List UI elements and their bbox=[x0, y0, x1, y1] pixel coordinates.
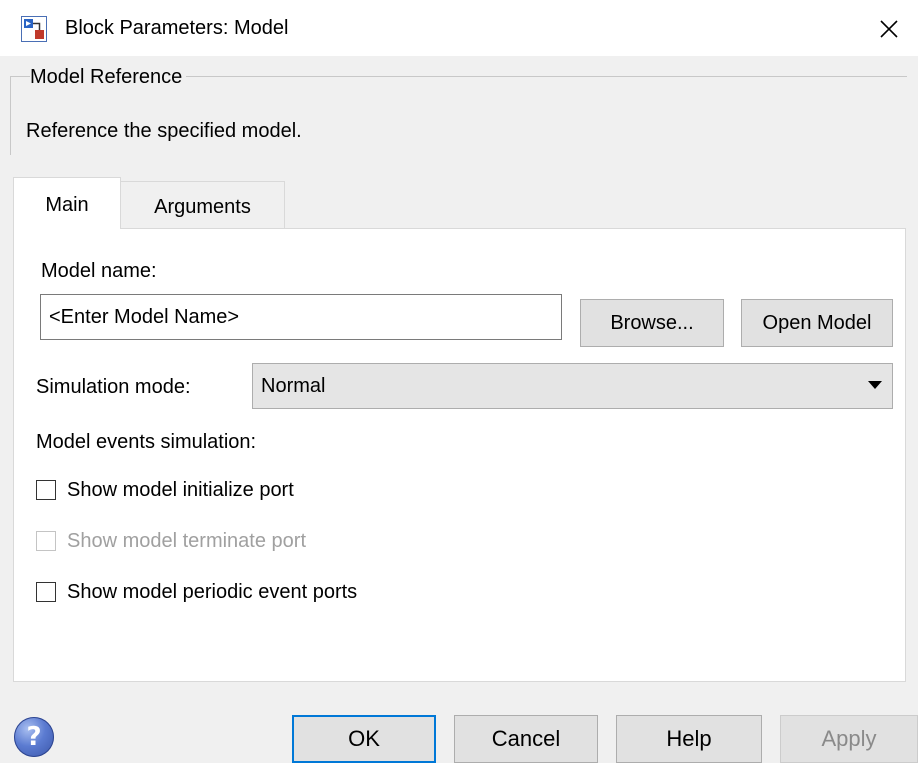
model-events-label: Model events simulation: bbox=[36, 431, 257, 453]
periodic-event-ports-option[interactable]: Show model periodic event ports bbox=[36, 578, 357, 606]
simulation-mode-label: Simulation mode: bbox=[36, 376, 191, 398]
group-legend: Model Reference bbox=[30, 63, 187, 91]
periodic-event-ports-label: Show model periodic event ports bbox=[67, 581, 358, 603]
cancel-button[interactable]: Cancel bbox=[454, 715, 598, 763]
window-title: Block Parameters: Model bbox=[65, 17, 289, 39]
apply-button: Apply bbox=[780, 715, 918, 763]
tab-main[interactable]: Main bbox=[13, 177, 121, 229]
simulation-mode-dropdown[interactable]: Normal bbox=[252, 363, 893, 409]
chevron-down-icon bbox=[868, 381, 882, 389]
close-icon bbox=[880, 20, 898, 38]
simulink-block-icon bbox=[21, 16, 47, 42]
terminate-port-option: Show model terminate port bbox=[36, 527, 306, 555]
browse-button[interactable]: Browse... bbox=[580, 299, 724, 347]
initialize-port-checkbox[interactable] bbox=[36, 480, 56, 500]
question-mark-icon[interactable]: ? bbox=[14, 717, 54, 757]
model-name-input[interactable] bbox=[40, 294, 562, 340]
simulation-mode-value: Normal bbox=[261, 375, 326, 397]
periodic-event-ports-checkbox[interactable] bbox=[36, 582, 56, 602]
open-model-button[interactable]: Open Model bbox=[741, 299, 893, 347]
close-button[interactable] bbox=[868, 8, 910, 50]
terminate-port-checkbox bbox=[36, 531, 56, 551]
group-description: Reference the specified model. bbox=[26, 120, 302, 142]
initialize-port-label: Show model initialize port bbox=[67, 479, 294, 501]
initialize-port-option[interactable]: Show model initialize port bbox=[36, 476, 294, 504]
title-bar: Block Parameters: Model bbox=[0, 0, 918, 56]
ok-button[interactable]: OK bbox=[292, 715, 436, 763]
terminate-port-label: Show model terminate port bbox=[67, 530, 307, 552]
tab-arguments[interactable]: Arguments bbox=[120, 181, 285, 229]
help-button[interactable]: Help bbox=[616, 715, 762, 763]
model-name-label: Model name: bbox=[41, 260, 157, 282]
